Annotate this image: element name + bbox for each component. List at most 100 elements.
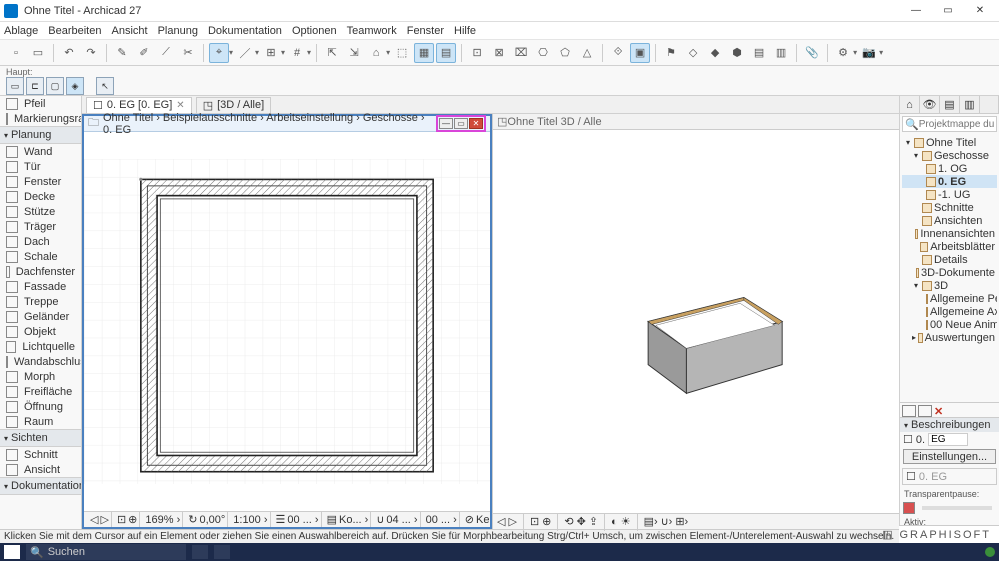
toolopt-3-icon[interactable]: ⌧ — [511, 43, 531, 63]
tool-fenster[interactable]: Fenster — [0, 174, 81, 189]
highlight-icon[interactable]: ▣ — [630, 43, 650, 63]
tree-innen[interactable]: Innenansichten — [902, 227, 997, 240]
tree-ansichten[interactable]: Ansichten — [902, 214, 997, 227]
eyedropper-icon[interactable]: ✐ — [134, 43, 154, 63]
display-icon[interactable]: ▤ — [327, 513, 337, 526]
pick-icon[interactable]: ✎ — [112, 43, 132, 63]
tool-traeger[interactable]: Träger — [0, 219, 81, 234]
zoom-plus-icon[interactable]: ⊕ — [128, 513, 137, 526]
layers-small-icon[interactable]: ☰ — [276, 513, 286, 526]
transp-slider[interactable] — [922, 506, 992, 510]
shape-2-icon[interactable]: ◆ — [705, 43, 725, 63]
close-icon[interactable]: ✕ — [176, 100, 184, 111]
tool-schnitt[interactable]: Schnitt — [0, 447, 81, 462]
toolopt-5-icon[interactable]: ⬠ — [555, 43, 575, 63]
nav-action-delete-icon[interactable]: ✕ — [934, 405, 948, 417]
filter-icon[interactable]: ⊘ — [465, 513, 474, 526]
align-icon[interactable]: ⇱ — [322, 43, 342, 63]
navigator-section-beschr[interactable]: Beschreibungen — [900, 418, 999, 432]
shade-icon[interactable]: ◐ — [611, 516, 618, 528]
taskbar-item-1[interactable] — [192, 545, 208, 559]
nav-action-dup-icon[interactable] — [918, 405, 932, 417]
toolbox-section-sichten[interactable]: Sichten — [0, 429, 81, 447]
nav-action-new-icon[interactable] — [902, 405, 916, 417]
scale[interactable]: 1:100 › — [231, 512, 270, 527]
tree-m1ug[interactable]: -1. UG — [902, 188, 997, 201]
line-tool-icon[interactable]: ／ — [235, 43, 255, 63]
window-minimize[interactable]: — — [901, 2, 931, 20]
measure-icon[interactable]: ⟐ — [608, 43, 628, 63]
suspend-icon[interactable]: ⬚ — [392, 43, 412, 63]
nav-tab-layout-icon[interactable]: ▤ — [940, 96, 960, 113]
menu-optionen[interactable]: Optionen — [292, 25, 337, 37]
redo-icon[interactable]: ↷ — [81, 43, 101, 63]
tool-markierung[interactable]: Markierungsrah... — [0, 111, 81, 126]
menu-bearbeiten[interactable]: Bearbeiten — [48, 25, 101, 37]
transp-swatch[interactable] — [903, 502, 915, 514]
subwin-close[interactable]: ✕ — [469, 118, 483, 129]
tree-persp[interactable]: Allgemeine Perspekt — [902, 292, 997, 305]
search-input[interactable] — [919, 119, 994, 130]
tool-wandabschluss[interactable]: Wandabschluss — [0, 354, 81, 369]
tool-raum[interactable]: Raum — [0, 414, 81, 429]
menu-planung[interactable]: Planung — [158, 25, 198, 37]
window-maximize[interactable]: ▭ — [933, 2, 963, 20]
camera-icon[interactable]: 📷 — [859, 43, 879, 63]
tree-root[interactable]: ▾Ohne Titel — [902, 136, 997, 149]
lock-icon[interactable]: ⌂ — [366, 43, 386, 63]
sun-icon[interactable]: ☀ — [621, 515, 631, 528]
layers-icon[interactable]: ▤ — [749, 43, 769, 63]
subwin-maximize[interactable]: ▭ — [454, 118, 468, 129]
shape-1-icon[interactable]: ◇ — [683, 43, 703, 63]
zoom-level[interactable]: 169% › — [143, 512, 183, 527]
mode-line-icon[interactable]: ▭ — [6, 77, 24, 95]
grid-icon[interactable]: # — [287, 43, 307, 63]
nav-tab-view-icon[interactable]: 👁 — [920, 96, 940, 113]
tree-1og[interactable]: 1. OG — [902, 162, 997, 175]
tree-details[interactable]: Details — [902, 253, 997, 266]
tool-gelaender[interactable]: Geländer — [0, 309, 81, 324]
zoom3d-icon[interactable]: ⊕ — [542, 515, 551, 528]
rotate-icon[interactable]: ↻ — [188, 513, 197, 526]
toolopt-2-icon[interactable]: ⊠ — [489, 43, 509, 63]
settings-button[interactable]: Einstellungen... — [903, 449, 996, 464]
tool-oeffnung[interactable]: Öffnung — [0, 399, 81, 414]
tab-floorplan[interactable]: ☐ 0. EG [0. EG] ✕ — [86, 97, 192, 113]
navigator-search[interactable]: 🔍 — [902, 116, 997, 132]
menu-hilfe[interactable]: Hilfe — [454, 25, 476, 37]
tool-morph[interactable]: Morph — [0, 369, 81, 384]
snap-icon[interactable]: ⊞ — [261, 43, 281, 63]
toolbox-section-doku[interactable]: Dokumentation — [0, 477, 81, 495]
tree-ausw[interactable]: ▸Auswertungen — [902, 331, 997, 344]
mode-rect-icon[interactable]: ▢ — [46, 77, 64, 95]
gear-icon[interactable]: ⚙ — [833, 43, 853, 63]
tree-3ddok[interactable]: 3D-Dokumente — [902, 266, 997, 279]
tree-anim[interactable]: 00 Neue Animations — [902, 318, 997, 331]
taskbar-item-2[interactable] — [214, 545, 230, 559]
nav-right-icon[interactable]: ▷ — [100, 513, 108, 526]
tool-freiflaeche[interactable]: Freifläche — [0, 384, 81, 399]
menu-dokumentation[interactable]: Dokumentation — [208, 25, 282, 37]
toolbox-section-planung[interactable]: Planung — [0, 126, 81, 144]
pan-icon[interactable]: ✥ — [577, 515, 586, 528]
tree-axon[interactable]: Allgemeine Axonom — [902, 305, 997, 318]
menu-ansicht[interactable]: Ansicht — [111, 25, 147, 37]
tool-objekt[interactable]: Objekt — [0, 324, 81, 339]
tree-arbeits[interactable]: Arbeitsblätter — [902, 240, 997, 253]
window-list-icon[interactable]: ▥ — [771, 43, 791, 63]
toolopt-1-icon[interactable]: ⊡ — [467, 43, 487, 63]
nav3d-back-icon[interactable]: ◁ — [497, 515, 505, 528]
tool-pfeil[interactable]: Pfeil — [0, 96, 81, 111]
zoom-fit-icon[interactable]: ⊡ — [117, 513, 126, 526]
mode-rotrect-icon[interactable]: ◈ — [66, 77, 84, 95]
toolopt-4-icon[interactable]: ⎔ — [533, 43, 553, 63]
view3d-filter-icon[interactable]: ⊞› — [675, 515, 688, 528]
ruler-icon[interactable]: ⟋ — [156, 43, 176, 63]
attach-icon[interactable]: 📎 — [802, 43, 822, 63]
tool-fassade[interactable]: Fassade — [0, 279, 81, 294]
show-grid-icon[interactable]: ▦ — [414, 43, 434, 63]
canvas-2d[interactable] — [84, 132, 490, 511]
view3d-pen-icon[interactable]: ∪› — [661, 515, 673, 528]
canvas-3d[interactable] — [493, 130, 899, 513]
tool-stuetze[interactable]: Stütze — [0, 204, 81, 219]
